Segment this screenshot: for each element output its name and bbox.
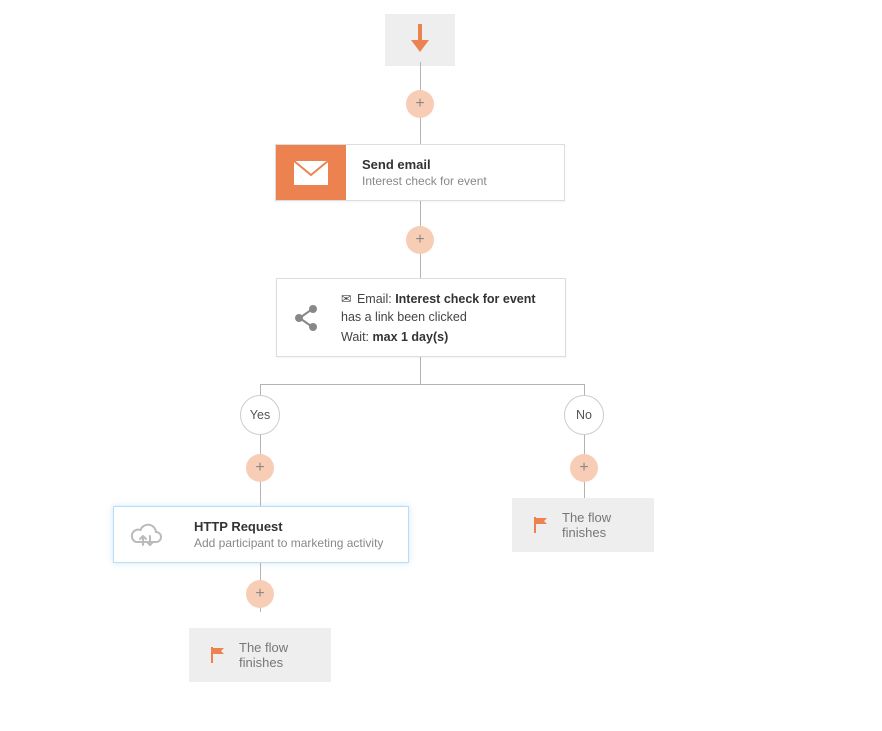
http-request-title: HTTP Request — [194, 519, 383, 534]
connector-vertical-presplit — [420, 358, 421, 384]
end-node-yes[interactable]: The flow finishes — [189, 628, 331, 682]
add-step-button-yes[interactable]: + — [246, 454, 274, 482]
branch-label-no: No — [564, 395, 604, 435]
end-node-no[interactable]: The flow finishes — [512, 498, 654, 552]
end-text: The flow finishes — [562, 510, 634, 540]
http-request-node[interactable]: HTTP Request Add participant to marketin… — [113, 506, 409, 563]
send-email-subtitle: Interest check for event — [362, 174, 487, 188]
send-email-title: Send email — [362, 157, 487, 172]
mail-icon — [276, 145, 346, 200]
start-node[interactable] — [385, 14, 455, 66]
branch-label-yes: Yes — [240, 395, 280, 435]
decision-condition-text: ✉ Email: Interest check for event has a … — [341, 291, 549, 326]
http-request-subtitle: Add participant to marketing activity — [194, 536, 383, 550]
envelope-icon: ✉ — [341, 291, 351, 309]
add-step-button-2[interactable]: + — [406, 226, 434, 254]
decision-wait-text: Wait: max 1 day(s) — [341, 330, 549, 344]
send-email-node[interactable]: Send email Interest check for event — [275, 144, 565, 201]
share-icon — [277, 279, 335, 356]
cloud-request-icon — [114, 507, 178, 562]
flag-icon — [532, 516, 550, 534]
add-step-button-no[interactable]: + — [570, 454, 598, 482]
decision-node[interactable]: ✉ Email: Interest check for event has a … — [276, 278, 566, 357]
flag-icon — [209, 646, 227, 664]
connector-horizontal-split — [260, 384, 584, 385]
add-step-button-1[interactable]: + — [406, 90, 434, 118]
add-step-button-after-http[interactable]: + — [246, 580, 274, 608]
end-text: The flow finishes — [239, 640, 311, 670]
